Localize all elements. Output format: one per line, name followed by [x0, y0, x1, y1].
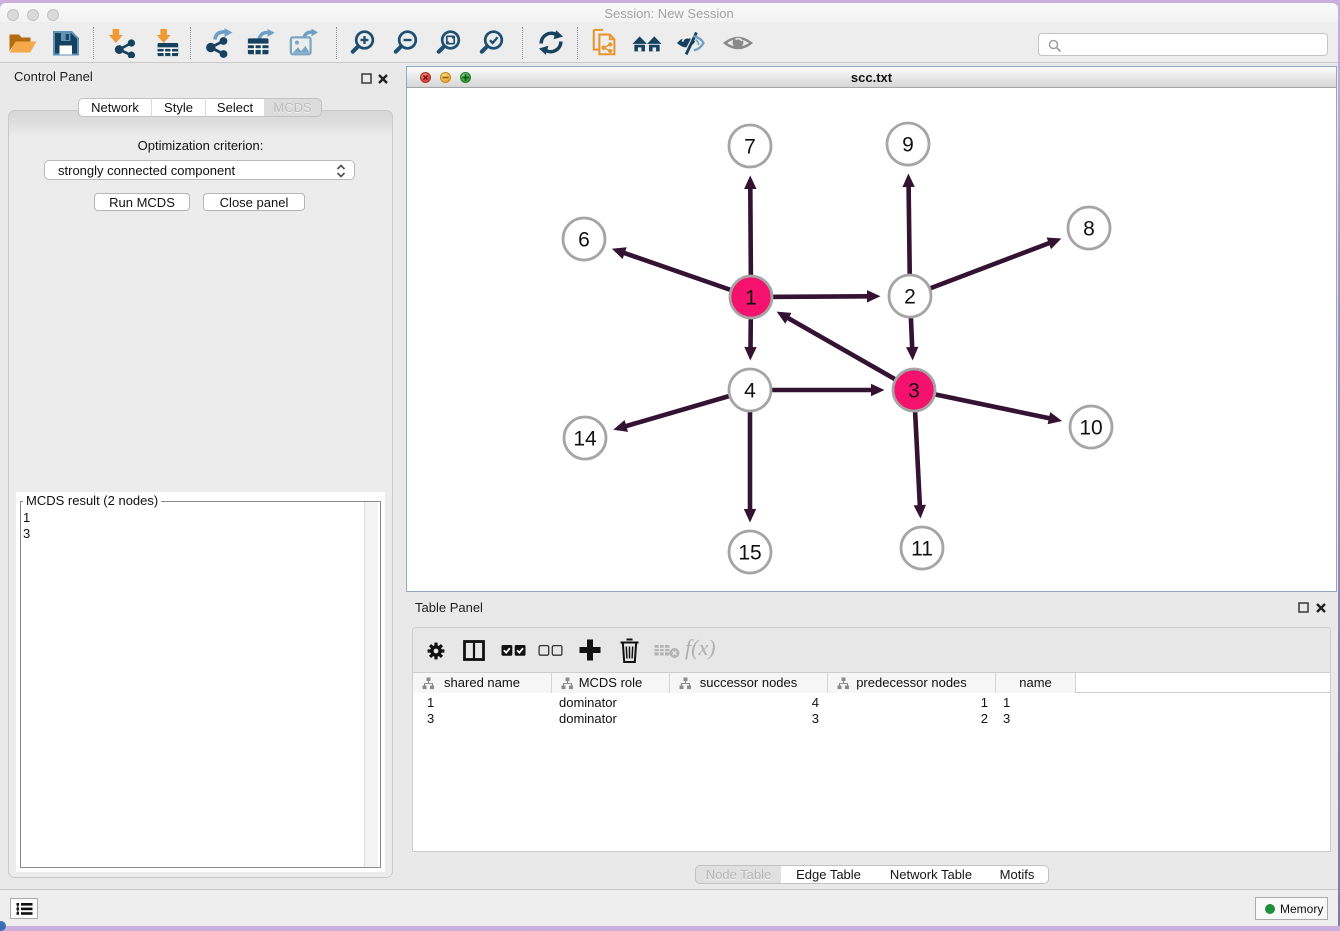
svg-text:2: 2	[904, 286, 916, 309]
svg-text:11: 11	[911, 538, 933, 561]
svg-text:7: 7	[744, 136, 756, 159]
svg-text:10: 10	[1079, 417, 1102, 440]
svg-text:14: 14	[573, 428, 597, 451]
svg-text:6: 6	[578, 229, 590, 252]
svg-text:3: 3	[908, 380, 920, 403]
svg-text:9: 9	[902, 134, 914, 157]
svg-text:8: 8	[1083, 218, 1095, 241]
svg-text:4: 4	[744, 380, 756, 403]
svg-text:15: 15	[738, 542, 761, 565]
svg-text:1: 1	[745, 287, 757, 310]
